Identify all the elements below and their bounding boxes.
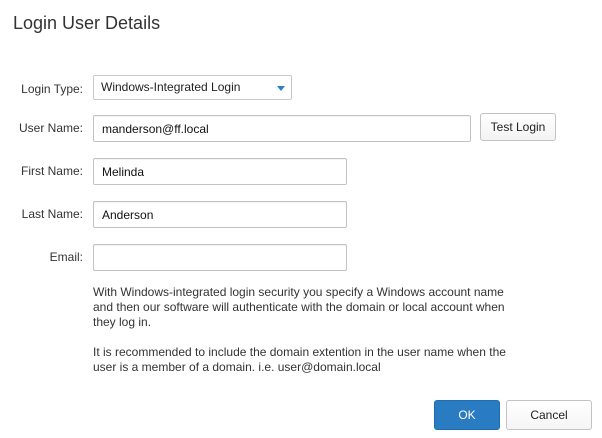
test-login-button[interactable]: Test Login [480, 113, 556, 141]
help-text-domain-extension: It is recommended to include the domain … [93, 345, 506, 374]
last-name-input[interactable] [93, 201, 347, 228]
first-name-input[interactable] [93, 158, 347, 185]
cancel-button[interactable]: Cancel [506, 400, 592, 430]
help-text-windows-login: With Windows-integrated login security y… [93, 285, 505, 329]
ok-button[interactable]: OK [434, 400, 500, 430]
login-type-select[interactable]: Windows-Integrated Login [93, 75, 292, 100]
login-type-label: Login Type: [21, 82, 83, 96]
dialog-title: Login User Details [13, 13, 161, 33]
last-name-label: Last Name: [21, 207, 83, 221]
user-name-input[interactable] [93, 115, 471, 142]
user-name-label: User Name: [18, 121, 83, 135]
chevron-down-icon[interactable] [277, 86, 285, 91]
login-type-value: Windows-Integrated Login [101, 80, 241, 94]
email-label: Email: [49, 250, 83, 264]
first-name-label: First Name: [20, 164, 83, 178]
login-user-details-dialog: Login User Details Login Type: Windows-I… [0, 0, 602, 438]
email-input[interactable] [93, 244, 347, 271]
